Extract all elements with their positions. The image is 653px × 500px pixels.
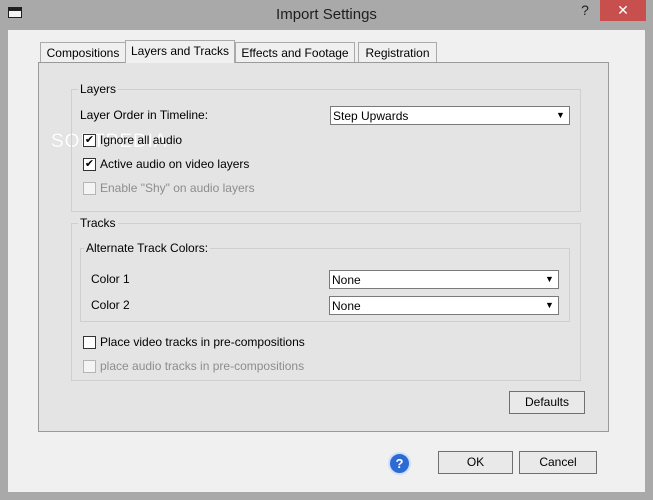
audio-precomp-checkbox[interactable] xyxy=(83,360,96,373)
defaults-button[interactable]: Defaults xyxy=(509,391,585,414)
chevron-down-icon: ▼ xyxy=(553,108,568,123)
tab-registration[interactable]: Registration xyxy=(358,42,437,62)
video-precomp-checkbox[interactable] xyxy=(83,336,96,349)
layers-group: Layers Layer Order in Timeline: Step Upw… xyxy=(71,82,581,212)
alternate-track-colors-group: Alternate Track Colors: Color 1 None ▼ C… xyxy=(80,241,570,322)
ignore-audio-checkbox[interactable]: ✔ xyxy=(83,134,96,147)
title-help-button[interactable]: ? xyxy=(578,2,592,18)
window-title: Import Settings xyxy=(276,6,377,23)
layer-order-value: Step Upwards xyxy=(333,109,409,123)
shy-audio-label: Enable "Shy" on audio layers xyxy=(100,181,255,195)
color-2-label: Color 2 xyxy=(91,298,130,312)
cancel-button[interactable]: Cancel xyxy=(519,451,597,474)
color-1-value: None xyxy=(332,273,361,287)
ignore-audio-label: Ignore all audio xyxy=(100,133,183,147)
title-bar: Import Settings ? ✕ xyxy=(0,0,653,30)
tab-layers-and-tracks[interactable]: Layers and Tracks xyxy=(125,40,235,63)
tab-compositions[interactable]: Compositions xyxy=(40,42,126,62)
color-2-value: None xyxy=(332,299,361,313)
tab-effects-and-footage[interactable]: Effects and Footage xyxy=(235,42,355,62)
color-1-select[interactable]: None ▼ xyxy=(329,270,559,289)
active-audio-checkbox[interactable]: ✔ xyxy=(83,158,96,171)
chevron-down-icon: ▼ xyxy=(542,298,557,313)
alternate-track-colors-label: Alternate Track Colors: xyxy=(84,241,211,255)
layers-group-label: Layers xyxy=(78,82,119,96)
chevron-down-icon: ▼ xyxy=(542,272,557,287)
color-1-label: Color 1 xyxy=(91,272,130,286)
audio-precomp-label: place audio tracks in pre-compositions xyxy=(100,359,305,373)
tracks-group-label: Tracks xyxy=(78,216,118,230)
tracks-group: Tracks Alternate Track Colors: Color 1 N… xyxy=(71,216,581,381)
color-2-select[interactable]: None ▼ xyxy=(329,296,559,315)
layer-order-select[interactable]: Step Upwards ▼ xyxy=(330,106,570,125)
dialog-body: Compositions Layers and Tracks Effects a… xyxy=(8,30,645,492)
active-audio-label: Active audio on video layers xyxy=(100,157,250,171)
close-button[interactable]: ✕ xyxy=(600,0,646,21)
help-icon[interactable]: ? xyxy=(388,452,411,475)
tab-panel: SOFTPEDIA Layers Layer Order in Timeline… xyxy=(38,62,609,432)
ok-button[interactable]: OK xyxy=(438,451,513,474)
video-precomp-label: Place video tracks in pre-compositions xyxy=(100,335,305,349)
layer-order-label: Layer Order in Timeline: xyxy=(80,108,209,122)
shy-audio-checkbox[interactable] xyxy=(83,182,96,195)
